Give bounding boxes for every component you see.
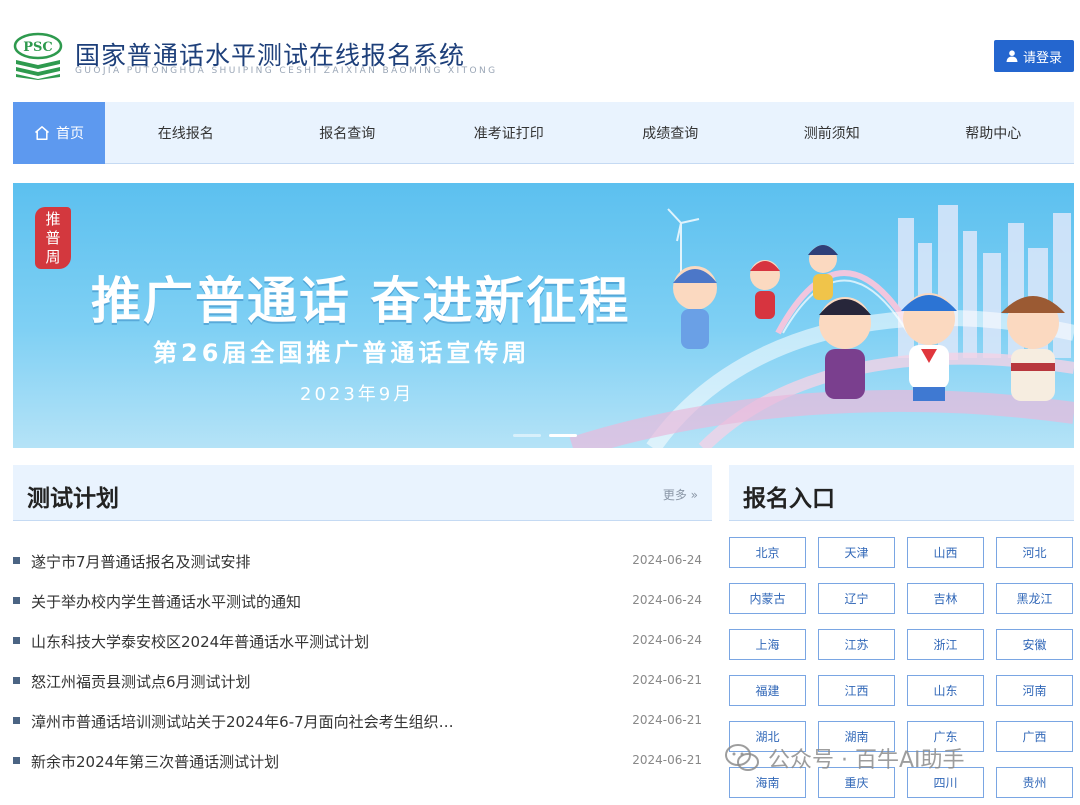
province-button[interactable]: 天津 (818, 537, 895, 568)
news-item[interactable]: 遂宁市7月普通话报名及测试安排 2024-06-24 (13, 541, 712, 581)
watermark: 公众号 · 百牛AI助手 (724, 742, 965, 774)
slide-dot-active[interactable] (549, 434, 577, 437)
bullet-icon (13, 677, 20, 684)
news-list: 遂宁市7月普通话报名及测试安排 2024-06-24 关于举办校内学生普通话水平… (13, 541, 712, 781)
province-button[interactable]: 吉林 (907, 583, 984, 614)
watermark-text: 公众号 · 百牛AI助手 (768, 748, 965, 773)
province-button[interactable]: 河南 (996, 675, 1073, 706)
bullet-icon (13, 757, 20, 764)
seal-char: 普 (45, 228, 61, 247)
news-date: 2024-06-24 (632, 633, 702, 647)
banner-date: 2023年9月 (300, 384, 415, 405)
province-button[interactable]: 江苏 (818, 629, 895, 660)
bullet-icon (13, 597, 20, 604)
news-title[interactable]: 遂宁市7月普通话报名及测试安排 (31, 551, 481, 572)
news-title[interactable]: 关于举办校内学生普通话水平测试的通知 (31, 591, 481, 612)
news-title[interactable]: 怒江州福贡县测试点6月测试计划 (31, 671, 481, 692)
nav-home[interactable]: 首页 (13, 102, 105, 164)
province-button[interactable]: 山西 (907, 537, 984, 568)
seal-char: 周 (45, 247, 61, 266)
province-button[interactable]: 福建 (729, 675, 806, 706)
bullet-icon (13, 717, 20, 724)
hero-banner[interactable]: 推 普 周 推广普通话 奋进新征程 第26届全国推广普通话宣传周 2023年9月 (13, 183, 1074, 448)
news-item[interactable]: 新余市2024年第三次普通话测试计划 2024-06-21 (13, 741, 712, 781)
news-item[interactable]: 怒江州福贡县测试点6月测试计划 2024-06-21 (13, 661, 712, 701)
news-date: 2024-06-21 (632, 753, 702, 767)
province-button[interactable]: 山东 (907, 675, 984, 706)
province-button[interactable]: 广西 (996, 721, 1073, 752)
province-button[interactable]: 江西 (818, 675, 895, 706)
test-plan-header: 测试计划 更多 » (13, 465, 712, 521)
user-icon (1006, 50, 1018, 62)
news-title[interactable]: 漳州市普通话培训测试站关于2024年6-7月面向社会考生组织… (31, 711, 481, 732)
nav-admission-print[interactable]: 准考证打印 (428, 102, 590, 164)
news-date: 2024-06-21 (632, 673, 702, 687)
main-nav: 首页 在线报名 报名查询 准考证打印 成绩查询 测前须知 帮助中心 (13, 102, 1074, 164)
seal-char: 推 (45, 209, 61, 228)
province-button[interactable]: 辽宁 (818, 583, 895, 614)
nav-register-query[interactable]: 报名查询 (267, 102, 429, 164)
news-title[interactable]: 新余市2024年第三次普通话测试计划 (31, 751, 481, 772)
site-subtitle: GUOJIA PUTONGHUA SHUIPING CESHI ZAIXIAN … (75, 66, 498, 76)
news-item[interactable]: 关于举办校内学生普通话水平测试的通知 2024-06-24 (13, 581, 712, 621)
province-button[interactable]: 安徽 (996, 629, 1073, 660)
news-item[interactable]: 漳州市普通话培训测试站关于2024年6-7月面向社会考生组织… 2024-06-… (13, 701, 712, 741)
home-icon (35, 126, 49, 140)
news-title[interactable]: 山东科技大学泰安校区2024年普通话水平测试计划 (31, 631, 481, 652)
more-link[interactable]: 更多 » (663, 486, 698, 503)
province-button[interactable]: 内蒙古 (729, 583, 806, 614)
slide-dot[interactable] (513, 434, 541, 437)
bullet-icon (13, 557, 20, 564)
nav-score-query[interactable]: 成绩查询 (590, 102, 752, 164)
logo-text: PSC (23, 40, 53, 55)
nav-help-center[interactable]: 帮助中心 (913, 102, 1075, 164)
news-date: 2024-06-24 (632, 553, 702, 567)
news-date: 2024-06-21 (632, 713, 702, 727)
banner-title: 推广普通话 奋进新征程 (91, 272, 631, 330)
promotion-week-seal: 推 普 周 (35, 207, 71, 269)
login-label: 请登录 (1022, 50, 1062, 66)
site-header: PSC 国家普通话水平测试在线报名系统 GUOJIA PUTONGHUA SHU… (0, 0, 1080, 100)
province-button[interactable]: 河北 (996, 537, 1073, 568)
login-button[interactable]: 请登录 (994, 40, 1074, 72)
nav-pretest-notice[interactable]: 测前须知 (751, 102, 913, 164)
news-item[interactable]: 山东科技大学泰安校区2024年普通话水平测试计划 2024-06-24 (13, 621, 712, 661)
province-button[interactable]: 贵州 (996, 767, 1073, 798)
slide-indicator (513, 434, 577, 437)
registration-title: 报名入口 (743, 486, 835, 512)
news-date: 2024-06-24 (632, 593, 702, 607)
test-plan-panel: 测试计划 更多 » 遂宁市7月普通话报名及测试安排 2024-06-24 关于举… (13, 465, 712, 805)
bullet-icon (13, 637, 20, 644)
province-button[interactable]: 北京 (729, 537, 806, 568)
province-button[interactable]: 上海 (729, 629, 806, 660)
test-plan-title: 测试计划 (27, 486, 119, 512)
nav-home-label: 首页 (56, 126, 84, 142)
province-button[interactable]: 浙江 (907, 629, 984, 660)
province-button[interactable]: 黑龙江 (996, 583, 1073, 614)
wechat-icon (725, 744, 759, 771)
nav-online-register[interactable]: 在线报名 (105, 102, 267, 164)
psc-logo-icon[interactable]: PSC (13, 30, 63, 80)
registration-header: 报名入口 (729, 465, 1074, 521)
banner-subtitle: 第26届全国推广普通话宣传周 (153, 339, 531, 367)
